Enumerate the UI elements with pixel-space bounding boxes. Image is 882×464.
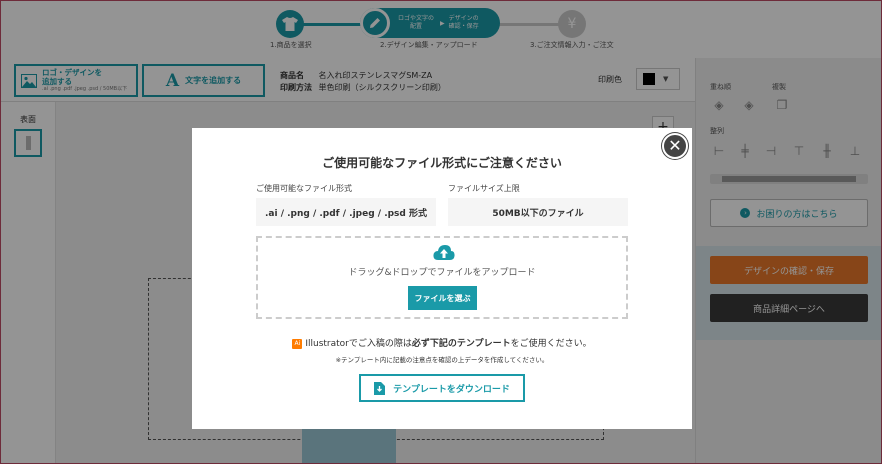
illustrator-notice: Ai Illustratorでご入稿の際は必ず下記のテンプレートをご使用ください。 <box>192 336 692 349</box>
download-template-label: テンプレートをダウンロード <box>393 384 510 395</box>
select-file-button[interactable]: ファイルを選ぶ <box>408 286 477 310</box>
file-format-modal: ✕ ご使用可能なファイル形式にご注意ください ご使用可能なファイル形式 ファイル… <box>192 128 692 429</box>
template-note: ※テンプレート内に記載の注意点を確認の上データを作成してください。 <box>335 356 549 364</box>
dropzone-text: ドラッグ&ドロップでファイルをアップロード <box>348 268 536 278</box>
size-value: 50MB以下のファイル <box>448 198 628 226</box>
download-file-icon <box>374 381 386 395</box>
modal-title: ご使用可能なファイル形式にご注意ください <box>322 156 562 170</box>
download-template-button[interactable]: テンプレートをダウンロード <box>359 374 525 402</box>
illustrator-text-bold: 必ず下記のテンプレート <box>411 339 511 349</box>
illustrator-icon: Ai <box>292 338 303 349</box>
illustrator-text-pre: Illustratorでご入稿の際は <box>305 339 412 349</box>
formats-label: ご使用可能なファイル形式 <box>256 184 352 193</box>
formats-value: .ai / .png / .pdf / .jpeg / .psd 形式 <box>256 198 436 226</box>
cloud-upload-icon <box>433 245 455 260</box>
file-dropzone[interactable]: ドラッグ&ドロップでファイルをアップロード ファイルを選ぶ <box>256 236 628 319</box>
size-label: ファイルサイズ上限 <box>448 184 520 193</box>
illustrator-text-post: をご使用ください。 <box>510 339 592 349</box>
